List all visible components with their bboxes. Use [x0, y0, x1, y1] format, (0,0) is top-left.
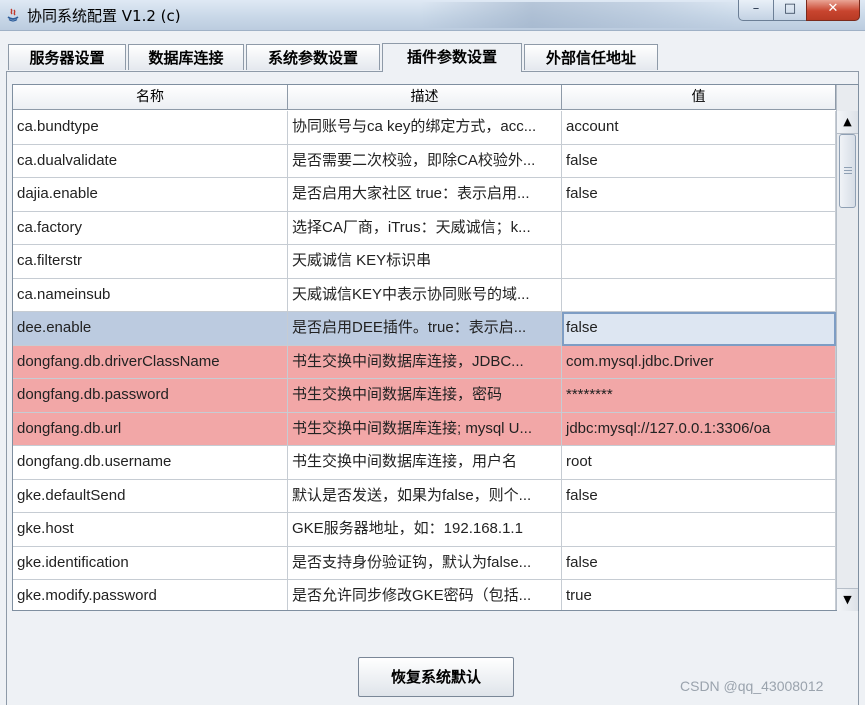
cell-value[interactable]: false — [562, 546, 836, 580]
column-header-name[interactable]: 名称 — [13, 85, 288, 110]
maximize-icon: □ — [783, 1, 797, 16]
cell-name[interactable]: gke.defaultSend — [13, 479, 288, 513]
cell-name[interactable]: dajia.enable — [13, 178, 288, 212]
cell-value[interactable]: false — [562, 312, 836, 346]
cell-value[interactable]: false — [562, 178, 836, 212]
arrow-down-icon: ▼ — [843, 593, 852, 606]
cell-value[interactable] — [562, 513, 836, 547]
cell-name[interactable]: dongfang.db.password — [13, 379, 288, 413]
tab-plugin-parameters[interactable]: 插件参数设置 — [382, 43, 522, 72]
table-row[interactable]: dongfang.db.url 书生交换中间数据库连接; mysql U... jd… — [13, 412, 836, 446]
cell-description[interactable]: 选择CA厂商，iTrus：天威诚信；k... — [288, 211, 562, 245]
table-row[interactable]: ca.filterstr 天威诚信 KEY标识串 — [13, 245, 836, 279]
cell-value[interactable]: root — [562, 446, 836, 480]
tab-server-settings[interactable]: 服务器设置 — [8, 44, 126, 70]
tab-strip: 服务器设置 数据库连接 系统参数设置 插件参数设置 外部信任地址 — [8, 43, 858, 72]
cell-value[interactable]: account — [562, 111, 836, 145]
table-row[interactable]: gke.modify.password 是否允许同步修改GKE密码（包括... tr… — [13, 580, 836, 610]
table-row[interactable]: ca.dualvalidate 是否需要二次校验，即除CA校验外... false — [13, 144, 836, 178]
watermark: CSDN @qq_43008012 — [680, 678, 824, 694]
table-row[interactable]: dongfang.db.driverClassName 书生交换中间数据库连接，J… — [13, 345, 836, 379]
minimize-icon: – — [752, 1, 760, 16]
table-row[interactable]: gke.defaultSend 默认是否发送，如果为false，则个... fals… — [13, 479, 836, 513]
cell-description[interactable]: 书生交换中间数据库连接，密码 — [288, 379, 562, 413]
cell-description[interactable]: GKE服务器地址，如：192.168.1.1 — [288, 513, 562, 547]
table-row[interactable]: gke.host GKE服务器地址，如：192.168.1.1 — [13, 513, 836, 547]
column-header-value[interactable]: 值 — [562, 85, 836, 110]
table-row[interactable]: dongfang.db.password 书生交换中间数据库连接，密码 ******… — [13, 379, 836, 413]
cell-value[interactable] — [562, 211, 836, 245]
cell-description[interactable]: 天威诚信 KEY标识串 — [288, 245, 562, 279]
column-header-description[interactable]: 描述 — [288, 85, 562, 110]
cell-name[interactable]: ca.dualvalidate — [13, 144, 288, 178]
cell-description[interactable]: 书生交换中间数据库连接，JDBC... — [288, 345, 562, 379]
cell-name[interactable]: dee.enable — [13, 312, 288, 346]
cell-name[interactable]: dongfang.db.driverClassName — [13, 345, 288, 379]
table-header: 名称 描述 值 — [13, 85, 836, 111]
cell-name[interactable]: ca.nameinsub — [13, 278, 288, 312]
cell-value[interactable]: com.mysql.jdbc.Driver — [562, 345, 836, 379]
restore-defaults-button[interactable]: 恢复系统默认 — [358, 657, 514, 697]
table-row[interactable]: dee.enable 是否启用DEE插件。true：表示启... false — [13, 312, 836, 346]
minimize-button[interactable]: – — [738, 0, 774, 21]
vertical-scrollbar[interactable]: ▲ ▼ — [836, 85, 858, 611]
blurred-region — [420, 2, 740, 28]
java-app-icon — [7, 8, 19, 22]
scroll-up-button[interactable]: ▲ — [837, 111, 858, 134]
cell-name[interactable]: gke.modify.password — [13, 580, 288, 610]
cell-name[interactable]: dongfang.db.url — [13, 412, 288, 446]
cell-description[interactable]: 是否允许同步修改GKE密码（包括... — [288, 580, 562, 610]
cell-name[interactable]: ca.factory — [13, 211, 288, 245]
close-button[interactable]: ✕ — [806, 0, 860, 21]
scroll-down-button[interactable]: ▼ — [837, 588, 858, 611]
cell-value[interactable] — [562, 278, 836, 312]
cell-value[interactable]: ******** — [562, 379, 836, 413]
grip-icon — [844, 167, 852, 168]
tab-database-connection[interactable]: 数据库连接 — [128, 44, 244, 70]
table-row[interactable]: ca.bundtype 协同账号与ca key的绑定方式，acc... accoun… — [13, 111, 836, 145]
cell-name[interactable]: gke.identification — [13, 546, 288, 580]
cell-description[interactable]: 是否启用大家社区 true：表示启用... — [288, 178, 562, 212]
cell-value[interactable]: jdbc:mysql://127.0.0.1:3306/oa — [562, 412, 836, 446]
cell-name[interactable]: dongfang.db.username — [13, 446, 288, 480]
cell-description[interactable]: 协同账号与ca key的绑定方式，acc... — [288, 111, 562, 145]
table-row[interactable]: gke.identification 是否支持身份验证钩，默认为false... f… — [13, 546, 836, 580]
cell-name[interactable]: ca.filterstr — [13, 245, 288, 279]
arrow-up-icon: ▲ — [843, 115, 852, 128]
cell-value[interactable] — [562, 245, 836, 279]
cell-description[interactable]: 书生交换中间数据库连接，用户名 — [288, 446, 562, 480]
maximize-button[interactable]: □ — [773, 0, 807, 21]
table-row[interactable]: dongfang.db.username 书生交换中间数据库连接，用户名 root — [13, 446, 836, 480]
cell-name[interactable]: ca.bundtype — [13, 111, 288, 145]
cell-description[interactable]: 默认是否发送，如果为false，则个... — [288, 479, 562, 513]
title-bar: 协同系统配置 V1.2 (c) – □ ✕ — [0, 0, 865, 31]
cell-description[interactable]: 是否支持身份验证钩，默认为false... — [288, 546, 562, 580]
cell-description[interactable]: 天威诚信KEY中表示协同账号的域... — [288, 278, 562, 312]
scroll-thumb[interactable] — [839, 134, 856, 208]
table-row[interactable]: ca.factory 选择CA厂商，iTrus：天威诚信；k... — [13, 211, 836, 245]
cell-description[interactable]: 是否启用DEE插件。true：表示启... — [288, 312, 562, 346]
cell-description[interactable]: 书生交换中间数据库连接; mysql U... — [288, 412, 562, 446]
tab-system-parameters[interactable]: 系统参数设置 — [246, 44, 380, 70]
close-icon: ✕ — [827, 1, 839, 16]
cell-description[interactable]: 是否需要二次校验，即除CA校验外... — [288, 144, 562, 178]
table-row[interactable]: ca.nameinsub 天威诚信KEY中表示协同账号的域... — [13, 278, 836, 312]
parameter-table: 名称 描述 值 ca.bundtype 协同账号与ca key的绑定方式，acc.… — [12, 84, 859, 611]
table-row[interactable]: dajia.enable 是否启用大家社区 true：表示启用... false — [13, 178, 836, 212]
tab-external-trust-address[interactable]: 外部信任地址 — [524, 44, 658, 70]
cell-name[interactable]: gke.host — [13, 513, 288, 547]
window-title: 协同系统配置 V1.2 (c) — [27, 7, 181, 25]
cell-value[interactable]: false — [562, 144, 836, 178]
table-body: ca.bundtype 协同账号与ca key的绑定方式，acc... accoun… — [13, 111, 836, 610]
cell-value[interactable]: true — [562, 580, 836, 610]
cell-value[interactable]: false — [562, 479, 836, 513]
